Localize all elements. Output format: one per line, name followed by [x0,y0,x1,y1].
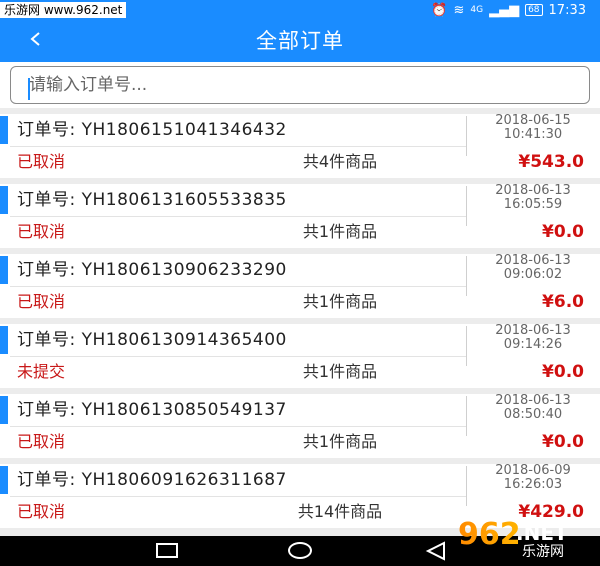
svg-text:乐游网: 乐游网 [522,544,564,558]
order-item[interactable]: 订单号: YH1806151041346432 2018-06-15 10:41… [0,114,600,178]
order-date: 2018-06-13 [495,183,571,198]
item-count: 共1件商品 [302,222,378,241]
order-date: 2018-06-15 [495,113,571,128]
order-item[interactable]: 订单号: YH1806131605533835 2018-06-13 16:05… [0,184,600,248]
order-time: 10:41:30 [503,127,563,142]
order-accent-bar [0,396,8,424]
order-date: 2018-06-13 [495,253,571,268]
watermark-logo: 962 .NET 乐游网 [458,517,568,558]
order-accent-bar [0,186,8,214]
home-button[interactable] [288,542,312,559]
order-accent-bar [0,116,8,144]
order-amount: ¥0.0 [542,432,584,452]
svg-text:962: 962 [458,517,521,552]
order-time: 09:06:02 [503,267,563,282]
order-item[interactable]: 订单号: YH1806130850549137 2018-06-13 08:50… [0,394,600,458]
order-list: 订单号: YH1806151041346432 2018-06-15 10:41… [0,114,600,534]
order-item[interactable]: 订单号: YH1806130914365400 2018-06-13 09:14… [0,324,600,388]
divider [466,396,467,436]
status-bar: 乐游网 www.962.net ⏰ ≋ 4G ▂▄▆ 68 17:33 [0,0,600,20]
order-time: 16:05:59 [503,197,563,212]
order-amount: ¥543.0 [518,152,584,172]
order-number: 订单号: YH1806130850549137 [17,400,287,420]
order-status: 已取消 [17,222,66,241]
order-number: 订单号: YH1806130906233290 [17,260,287,280]
signal-icon: ▂▄▆ [489,2,520,18]
order-date: 2018-06-13 [495,393,571,408]
order-accent-bar [0,466,8,494]
divider [10,426,466,427]
order-amount: ¥0.0 [542,362,584,382]
item-count: 共1件商品 [302,432,378,451]
order-search-input[interactable] [10,66,590,104]
divider [466,116,467,156]
status-icons: ⏰ ≋ 4G ▂▄▆ 68 17:33 [431,2,586,18]
order-time: 16:26:03 [503,477,563,492]
triangle-back-icon [425,541,445,561]
order-date: 2018-06-13 [495,323,571,338]
clock: 17:33 [548,2,586,18]
divider [10,356,466,357]
order-accent-bar [0,326,8,354]
order-item[interactable]: 订单号: YH1806130906233290 2018-06-13 09:06… [0,254,600,318]
divider [466,466,467,506]
watermark: 乐游网 www.962.net [0,2,127,18]
divider [10,146,466,147]
wifi-icon: ≋ [453,2,465,18]
order-amount: ¥0.0 [542,222,584,242]
order-number: 订单号: YH1806131605533835 [17,190,287,210]
item-count: 共4件商品 [302,152,378,171]
order-amount: ¥6.0 [542,292,584,312]
svg-text:.NET: .NET [516,521,568,545]
order-number: 订单号: YH1806091626311687 [17,470,287,490]
battery-icon: 68 [525,4,543,16]
divider [466,256,467,296]
network-label: 4G [470,5,484,15]
order-number: 订单号: YH1806130914365400 [17,330,287,350]
divider [466,326,467,366]
order-status: 已取消 [17,152,66,171]
order-number: 订单号: YH1806151041346432 [17,120,287,140]
divider [10,286,466,287]
item-count: 共1件商品 [302,292,378,311]
item-count: 共1件商品 [302,362,378,381]
order-status: 已取消 [17,502,66,521]
item-count: 共14件商品 [297,502,383,521]
system-back-button[interactable] [424,541,448,561]
divider [466,186,467,226]
order-accent-bar [0,256,8,284]
divider [10,216,466,217]
order-status: 已取消 [17,292,66,311]
order-status: 未提交 [17,362,66,381]
divider [10,496,466,497]
order-time: 09:14:26 [503,337,563,352]
app-header: 全部订单 [0,20,600,62]
recent-apps-button[interactable] [156,543,178,558]
alarm-icon: ⏰ [431,2,448,18]
order-time: 08:50:40 [503,407,563,422]
page-title: 全部订单 [256,29,344,53]
order-date: 2018-06-09 [495,463,571,478]
text-cursor [28,78,30,100]
order-status: 已取消 [17,432,66,451]
search-bar [0,62,600,108]
